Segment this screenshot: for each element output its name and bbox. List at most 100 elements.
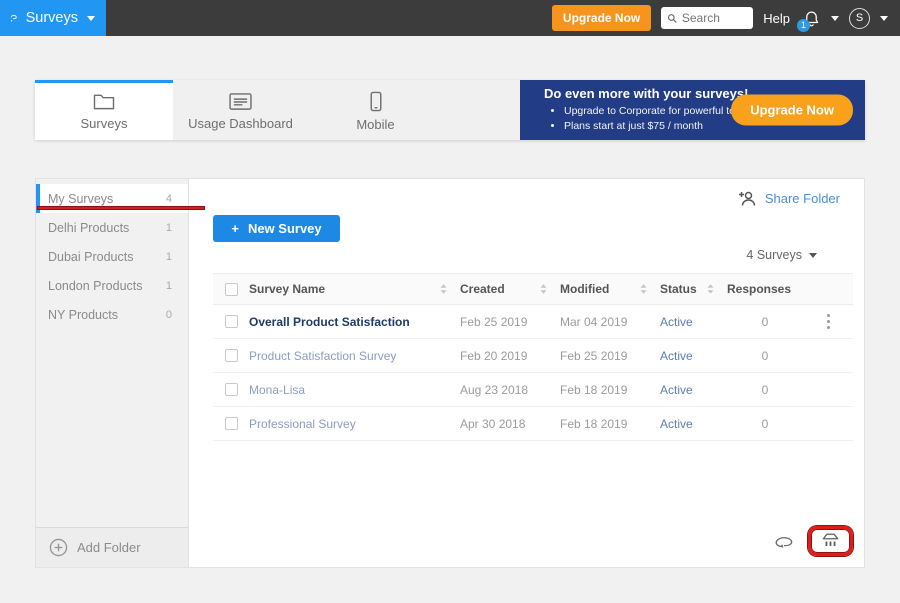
survey-name-link[interactable]: Product Satisfaction Survey — [249, 349, 460, 363]
row-checkbox[interactable] — [224, 349, 238, 362]
product-menu-label: Surveys — [25, 10, 78, 26]
folder-count: 4 — [165, 192, 172, 205]
folder-label: Dubai Products — [48, 249, 134, 264]
tab-surveys[interactable]: Surveys — [35, 80, 173, 140]
survey-list-panel: Share Folder + New Survey 4 Surveys Surv… — [189, 179, 864, 567]
product-switcher[interactable]: Surveys — [0, 0, 106, 36]
trash-icon[interactable] — [820, 532, 841, 550]
restore-loop-icon[interactable] — [774, 533, 795, 550]
search-input[interactable] — [681, 11, 748, 25]
folder-label: My Surveys — [48, 191, 114, 206]
sort-icon[interactable] — [639, 283, 648, 295]
sort-icon[interactable] — [539, 283, 548, 295]
plus-icon: + — [231, 221, 239, 236]
promo-upgrade-button[interactable]: Upgrade Now — [731, 94, 853, 126]
chevron-down-icon — [87, 15, 95, 21]
row-checkbox[interactable] — [224, 383, 238, 396]
search-icon — [668, 13, 677, 23]
dashboard-icon — [229, 93, 252, 110]
share-folder-link[interactable]: Share Folder — [738, 190, 840, 206]
folder-label: Delhi Products — [48, 220, 130, 235]
new-survey-label: New Survey — [247, 221, 322, 236]
column-header-created[interactable]: Created — [460, 282, 560, 296]
tab-usage-dashboard[interactable]: Usage Dashboard — [173, 80, 308, 140]
folder-count: 1 — [165, 221, 172, 234]
surveys-count-dropdown[interactable]: 4 Surveys — [746, 248, 817, 262]
new-survey-button[interactable]: + New Survey — [213, 215, 340, 242]
notifications-button[interactable]: 1 — [797, 9, 821, 32]
account-chevron-down-icon[interactable] — [880, 15, 888, 21]
created-cell: Aug 23 2018 — [460, 382, 529, 397]
tab-bar: Surveys Usage Dashboard Mobile — [35, 80, 520, 140]
my-surveys-underline-annotation — [37, 206, 205, 210]
modified-cell: Feb 18 2019 — [560, 382, 628, 397]
tab-label: Usage Dashboard — [188, 116, 293, 131]
folder-label: NY Products — [48, 307, 118, 322]
tab-label: Mobile — [356, 117, 395, 132]
tabs-and-promo-row: Surveys Usage Dashboard Mobile Do even m… — [35, 80, 865, 140]
promo-bullet: Upgrade to Corporate for powerful tools — [564, 104, 748, 119]
folder-count: 1 — [165, 250, 172, 263]
survey-name-link[interactable]: Mona-Lisa — [249, 383, 460, 397]
select-all-checkbox[interactable] — [224, 282, 238, 296]
created-cell: Feb 20 2019 — [460, 348, 528, 363]
promo-bullet-list: Upgrade to Corporate for powerful tools … — [548, 104, 748, 134]
help-link[interactable]: Help — [763, 11, 790, 26]
table-row: Overall Product Satisfaction Feb 25 2019… — [213, 305, 853, 339]
column-header-modified[interactable]: Modified — [560, 282, 660, 296]
bulk-action-icons — [774, 526, 853, 556]
status-cell[interactable]: Active — [660, 349, 727, 363]
row-actions-kebab-icon[interactable] — [824, 310, 833, 334]
row-checkbox[interactable] — [224, 315, 238, 328]
folder-count: 1 — [165, 279, 172, 292]
status-cell[interactable]: Active — [660, 383, 727, 397]
sort-icon[interactable] — [439, 283, 448, 295]
table-row: Professional Survey Apr 30 2018 Feb 18 2… — [213, 407, 853, 441]
column-header-responses[interactable]: Responses — [727, 282, 803, 296]
sidebar-item-dubai-products[interactable]: Dubai Products 1 — [36, 242, 188, 271]
created-cell: Feb 25 2019 — [460, 314, 528, 329]
surveys-table: Survey Name Created Modified Status Resp… — [213, 273, 853, 441]
add-person-icon — [738, 191, 756, 206]
chevron-down-icon — [809, 252, 817, 258]
column-header-status[interactable]: Status — [660, 282, 727, 296]
tab-bar-spacer — [443, 80, 520, 140]
search-box[interactable] — [661, 7, 754, 29]
status-cell[interactable]: Active — [660, 315, 727, 329]
avatar-initial: S — [855, 12, 864, 24]
sort-icon[interactable] — [706, 283, 715, 295]
promo-title: Do even more with your surveys! — [544, 85, 749, 101]
folder-count: 0 — [165, 308, 172, 321]
mobile-icon — [370, 91, 381, 112]
responses-cell: 0 — [761, 382, 769, 397]
app-window: Surveys Upgrade Now Help 1 S — [0, 0, 900, 603]
responses-cell: 0 — [761, 314, 769, 329]
sidebar-item-ny-products[interactable]: NY Products 0 — [36, 300, 188, 329]
column-header-survey-name[interactable]: Survey Name — [249, 282, 460, 296]
surveys-count-label: 4 Surveys — [746, 248, 802, 262]
table-header-row: Survey Name Created Modified Status Resp… — [213, 273, 853, 305]
responses-cell: 0 — [761, 416, 769, 431]
plus-circle-icon — [49, 538, 68, 557]
modified-cell: Feb 25 2019 — [560, 348, 628, 363]
promo-bullet: Plans start at just $75 / month — [564, 119, 748, 134]
sidebar-item-london-products[interactable]: London Products 1 — [36, 271, 188, 300]
survey-name-link[interactable]: Overall Product Satisfaction — [249, 315, 460, 329]
row-checkbox[interactable] — [224, 417, 238, 430]
add-folder-button[interactable]: Add Folder — [36, 527, 188, 567]
status-cell[interactable]: Active — [660, 417, 727, 431]
sidebar-item-delhi-products[interactable]: Delhi Products 1 — [36, 213, 188, 242]
responses-cell: 0 — [761, 348, 769, 363]
survey-name-link[interactable]: Professional Survey — [249, 417, 460, 431]
notifications-chevron-down-icon[interactable] — [831, 15, 839, 21]
folder-icon — [93, 94, 115, 110]
table-row: Product Satisfaction Survey Feb 20 2019 … — [213, 339, 853, 373]
surveys-panel: My Surveys 4 Delhi Products 1 Dubai Prod… — [35, 178, 865, 568]
created-cell: Apr 30 2018 — [460, 416, 526, 431]
tab-label: Surveys — [80, 116, 128, 131]
tab-mobile[interactable]: Mobile — [308, 80, 443, 140]
avatar[interactable]: S — [849, 7, 870, 29]
topbar-actions: Upgrade Now Help 1 S — [551, 0, 900, 36]
upgrade-now-button[interactable]: Upgrade Now — [551, 5, 652, 31]
modified-cell: Feb 18 2019 — [560, 416, 628, 431]
